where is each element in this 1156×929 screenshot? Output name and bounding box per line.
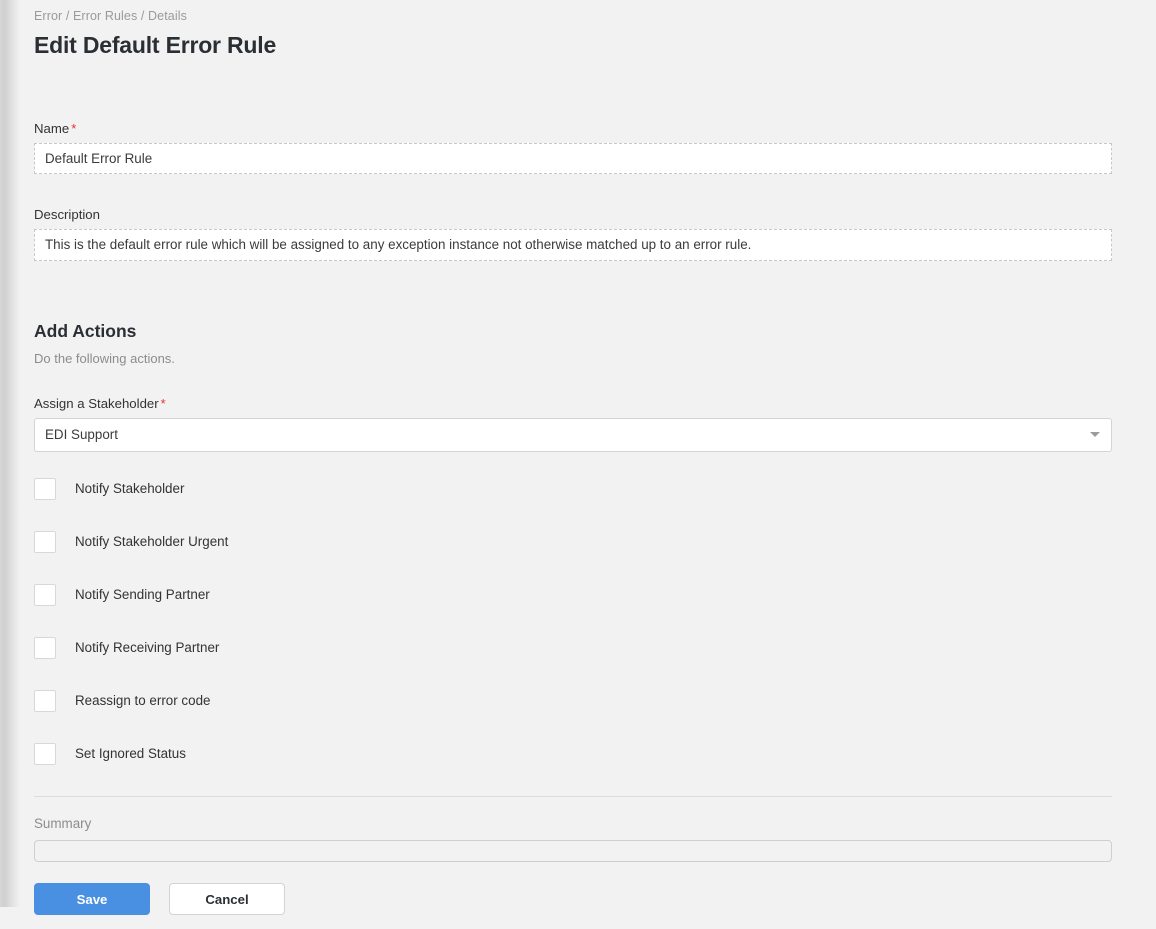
description-input[interactable]: This is the default error rule which wil… (34, 229, 1112, 261)
add-actions-subtitle: Do the following actions. (34, 351, 175, 366)
page-content: Error / Error Rules / Details Edit Defau… (0, 0, 1156, 915)
checkbox-label: Reassign to error code (75, 693, 211, 708)
add-actions-title: Add Actions (34, 321, 137, 341)
checkbox-notify-stakeholder-urgent[interactable] (34, 531, 56, 553)
checkbox-notify-stakeholder[interactable] (34, 478, 56, 500)
chevron-down-icon[interactable] (1090, 432, 1100, 437)
checkbox-row-notify-sending-partner[interactable]: Notify Sending Partner (34, 584, 1112, 606)
checkbox-reassign-to-error-code[interactable] (34, 690, 56, 712)
checkbox-row-notify-stakeholder[interactable]: Notify Stakeholder (34, 478, 1112, 500)
stakeholder-select[interactable]: EDI Support (34, 418, 1112, 452)
add-actions-section: Add Actions Do the following actions. (34, 319, 1112, 367)
checkbox-row-set-ignored-status[interactable]: Set Ignored Status (34, 743, 1112, 765)
description-field-block: Description This is the default error ru… (34, 206, 1112, 261)
checkbox-row-notify-receiving-partner[interactable]: Notify Receiving Partner (34, 637, 1112, 659)
checkbox-notify-receiving-partner[interactable] (34, 637, 56, 659)
checkbox-label: Notify Receiving Partner (75, 640, 220, 655)
checkbox-set-ignored-status[interactable] (34, 743, 56, 765)
stakeholder-field-block: Assign a Stakeholder * EDI Support (34, 395, 1112, 452)
cancel-button[interactable]: Cancel (169, 883, 285, 915)
form-actions: Save Cancel (34, 883, 1112, 915)
checkbox-label: Set Ignored Status (75, 746, 186, 761)
name-label-text: Name (34, 121, 70, 136)
checkbox-row-reassign-to-error-code[interactable]: Reassign to error code (34, 690, 1112, 712)
summary-input[interactable] (34, 840, 1112, 862)
edit-error-rule-page: Error / Error Rules / Details Edit Defau… (0, 0, 1156, 929)
checkbox-notify-sending-partner[interactable] (34, 584, 56, 606)
checkbox-label: Notify Stakeholder Urgent (75, 534, 229, 549)
required-asterisk-icon: * (160, 396, 166, 411)
checkbox-label: Notify Stakeholder (75, 481, 185, 496)
summary-block: Summary (34, 815, 1112, 862)
description-label: Description (34, 207, 100, 222)
summary-label: Summary (34, 816, 92, 831)
stakeholder-select-wrap: EDI Support (34, 418, 1112, 452)
name-field-block: Name * (34, 120, 1112, 174)
breadcrumb[interactable]: Error / Error Rules / Details (34, 8, 1112, 24)
action-checkbox-list: Notify Stakeholder Notify Stakeholder Ur… (34, 478, 1112, 765)
checkbox-label: Notify Sending Partner (75, 587, 210, 602)
name-input[interactable] (34, 143, 1112, 174)
stakeholder-label-text: Assign a Stakeholder (34, 396, 159, 411)
save-button[interactable]: Save (34, 883, 150, 915)
required-asterisk-icon: * (71, 121, 77, 136)
section-divider (34, 796, 1112, 797)
checkbox-row-notify-stakeholder-urgent[interactable]: Notify Stakeholder Urgent (34, 531, 1112, 553)
name-label: Name * (34, 120, 1112, 137)
page-title: Edit Default Error Rule (34, 32, 277, 58)
stakeholder-label: Assign a Stakeholder * (34, 395, 1112, 412)
